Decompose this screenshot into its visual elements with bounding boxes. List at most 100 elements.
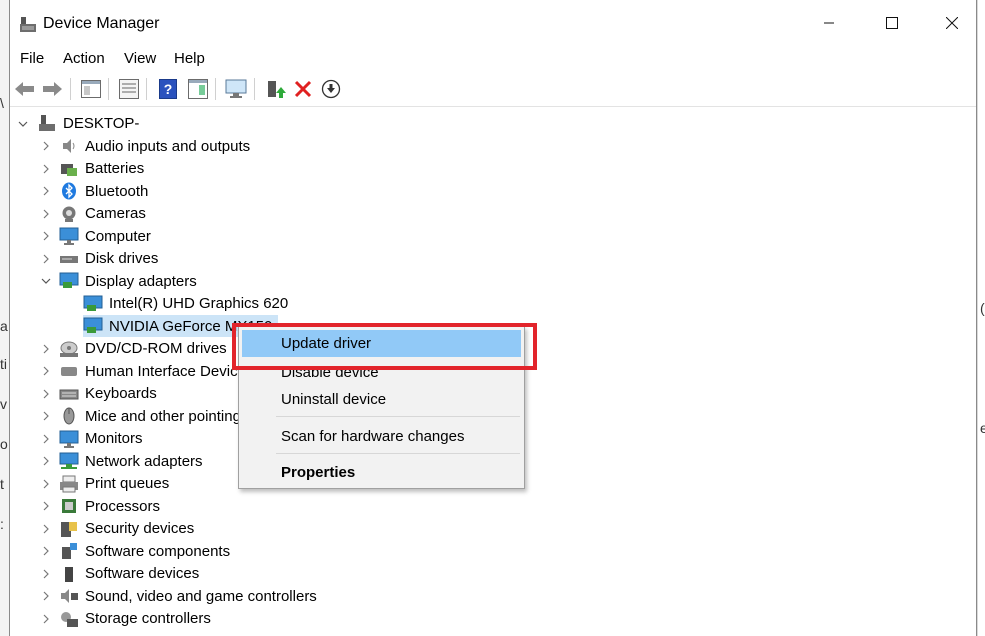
chevron-right-icon[interactable] <box>41 411 51 421</box>
background-window-right: ( e <box>977 0 985 636</box>
chevron-right-icon[interactable] <box>41 254 51 264</box>
hid-icon <box>59 362 79 380</box>
tree-item-label: Keyboards <box>85 385 157 402</box>
forward-button[interactable] <box>40 77 64 101</box>
audio-icon <box>59 137 79 155</box>
chevron-right-icon[interactable] <box>41 164 51 174</box>
tree-category-item[interactable]: Security devices <box>59 518 194 540</box>
minimize-button[interactable] <box>800 0 858 46</box>
tree-category-item[interactable]: Sound, video and game controllers <box>59 585 317 607</box>
update-driver-icon <box>268 81 286 98</box>
chevron-right-icon[interactable] <box>41 231 51 241</box>
chevron-right-icon[interactable] <box>41 524 51 534</box>
tree-item-label: Security devices <box>85 520 195 537</box>
chevron-right-icon[interactable] <box>41 434 51 444</box>
menu-action[interactable]: Action <box>63 50 105 67</box>
tree-item-label: Disk drives <box>85 250 159 267</box>
processor-icon <box>59 497 79 515</box>
chevron-right-icon[interactable] <box>41 479 51 489</box>
chevron-right-icon[interactable] <box>41 591 51 601</box>
window-title: Device Manager <box>43 15 160 32</box>
details-button[interactable] <box>186 77 210 101</box>
battery-icon <box>59 160 79 178</box>
tree-root-label: DESKTOP- <box>63 114 140 132</box>
network-adapter-icon <box>59 452 79 470</box>
maximize-icon <box>886 17 898 29</box>
context-disable-device[interactable]: Disable device <box>242 359 521 386</box>
software-component-icon <box>59 542 79 560</box>
uninstall-icon <box>294 80 312 98</box>
tree-device-item[interactable]: Intel(R) UHD Graphics 620 <box>83 293 288 315</box>
tree-item-label: Intel(R) UHD Graphics 620 <box>109 295 289 312</box>
chevron-right-icon[interactable] <box>41 209 51 219</box>
tree-category-item[interactable]: Network adapters <box>59 450 203 472</box>
chevron-right-icon[interactable] <box>41 141 51 151</box>
show-hide-console-button[interactable] <box>79 77 103 101</box>
menu-file[interactable]: File <box>20 50 44 67</box>
menu-view[interactable]: View <box>124 50 156 67</box>
back-button[interactable] <box>13 77 37 101</box>
context-properties[interactable]: Properties <box>242 459 521 486</box>
disk-drive-icon <box>59 250 79 268</box>
menu-help[interactable]: Help <box>174 50 205 67</box>
context-separator <box>276 416 520 417</box>
chevron-right-icon[interactable] <box>41 614 51 624</box>
list-button[interactable] <box>117 77 141 101</box>
tree-category-item[interactable]: DVD/CD-ROM drives <box>59 338 227 360</box>
context-menu: Update driver Disable device Uninstall d… <box>238 326 525 489</box>
tree-item-label: Storage controllers <box>85 610 211 627</box>
chevron-right-icon[interactable] <box>41 501 51 511</box>
back-arrow-icon <box>15 82 34 96</box>
tree-category-item[interactable]: Bluetooth <box>59 180 148 202</box>
close-button[interactable] <box>923 0 981 46</box>
chevron-right-icon[interactable] <box>41 186 51 196</box>
chevron-right-icon[interactable] <box>41 344 51 354</box>
chevron-right-icon[interactable] <box>41 389 51 399</box>
context-uninstall-device[interactable]: Uninstall device <box>242 386 521 413</box>
tree-category-item[interactable]: Disk drives <box>59 248 158 270</box>
update-driver-toolbar-button[interactable] <box>264 77 288 101</box>
tree-category-item[interactable]: Cameras <box>59 203 146 225</box>
tree-category-item[interactable]: Software components <box>59 540 230 562</box>
chevron-down-icon[interactable] <box>18 119 28 129</box>
tree-category-item[interactable]: Human Interface Devices <box>59 360 253 382</box>
monitor-icon <box>59 430 79 448</box>
bluetooth-icon <box>59 182 79 200</box>
chevron-right-icon[interactable] <box>41 456 51 466</box>
keyboard-icon <box>59 385 79 403</box>
tree-category-item[interactable]: Software devices <box>59 563 199 585</box>
chevron-right-icon[interactable] <box>41 569 51 579</box>
maximize-button[interactable] <box>863 0 921 46</box>
printer-icon <box>59 475 79 493</box>
tree-category-item[interactable]: Storage controllers <box>59 608 211 630</box>
context-separator <box>276 453 520 454</box>
minimize-icon <box>824 22 834 24</box>
tree-root[interactable]: DESKTOP- <box>37 112 139 134</box>
tree-category-item[interactable]: Display adapters <box>59 270 197 292</box>
uninstall-toolbar-button[interactable] <box>291 77 315 101</box>
tree-category-item[interactable]: Print queues <box>59 473 169 495</box>
enable-device-toolbar-button[interactable] <box>319 77 343 101</box>
tree-category-item[interactable]: Computer <box>59 225 151 247</box>
mouse-icon <box>59 407 79 425</box>
title-bar[interactable]: Device Manager <box>10 0 976 46</box>
tree-category-item[interactable]: Audio inputs and outputs <box>59 135 250 157</box>
download-icon <box>321 79 341 99</box>
chevron-down-icon[interactable] <box>41 276 51 286</box>
scan-hardware-button[interactable] <box>224 77 248 101</box>
details-icon <box>188 79 208 99</box>
list-icon <box>119 79 139 99</box>
tree-category-item[interactable]: Processors <box>59 495 160 517</box>
chevron-right-icon[interactable] <box>41 546 51 556</box>
tree-category-item[interactable]: Keyboards <box>59 383 157 405</box>
display-adapter-icon <box>83 317 103 335</box>
help-button[interactable]: ? <box>156 77 180 101</box>
tree-item-label: Sound, video and game controllers <box>85 587 317 605</box>
svg-text:?: ? <box>164 81 173 97</box>
background-text: e <box>980 420 985 436</box>
tree-category-item[interactable]: Monitors <box>59 428 143 450</box>
chevron-right-icon[interactable] <box>41 366 51 376</box>
context-scan-hardware[interactable]: Scan for hardware changes <box>242 423 521 450</box>
context-update-driver[interactable]: Update driver <box>242 330 521 357</box>
tree-category-item[interactable]: Batteries <box>59 158 144 180</box>
